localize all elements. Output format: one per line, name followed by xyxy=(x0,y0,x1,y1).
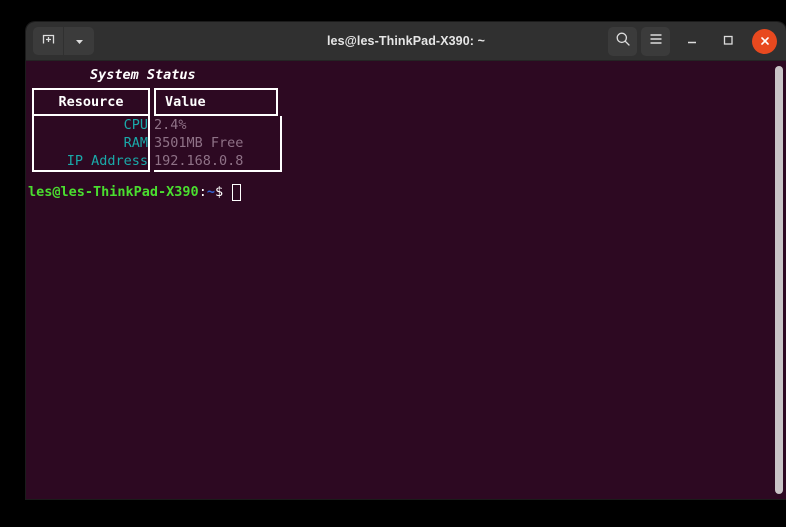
search-button[interactable] xyxy=(608,27,637,56)
table-row: 2.4% xyxy=(154,116,280,134)
table-body-row: CPU RAM IP Address 2.4% 3501MB Free 192.… xyxy=(32,116,282,172)
close-icon xyxy=(759,32,771,51)
title-bar[interactable]: les@les-ThinkPad-X390: ~ xyxy=(26,22,786,61)
table-title: System Status xyxy=(26,65,282,85)
header-label-value: Value xyxy=(154,88,278,116)
header-cell-value: Value xyxy=(154,88,282,116)
new-tab-button[interactable] xyxy=(33,27,63,55)
prompt-colon: : xyxy=(199,183,207,201)
minimize-icon xyxy=(685,32,699,51)
table-row: CPU xyxy=(34,116,148,134)
chevron-down-icon xyxy=(74,32,85,51)
system-status-table: Resource Value CPU RAM IP Address xyxy=(32,88,282,172)
menu-button[interactable] xyxy=(641,27,670,56)
table-row: 192.168.0.8 xyxy=(154,152,280,170)
table-row: RAM xyxy=(34,134,148,152)
shell-prompt-line[interactable]: les@les-ThinkPad-X390:~$ xyxy=(26,183,282,201)
header-label-resource: Resource xyxy=(32,88,150,116)
prompt-user-host: les@les-ThinkPad-X390 xyxy=(28,183,199,201)
terminal-output: System Status Resource Value CPU RAM IP xyxy=(26,61,282,201)
text-cursor xyxy=(232,184,241,201)
table-column-resource: CPU RAM IP Address xyxy=(32,116,150,172)
close-button[interactable] xyxy=(752,29,777,54)
terminal-window: les@les-ThinkPad-X390: ~ xyxy=(26,22,786,499)
table-header-row: Resource Value xyxy=(32,88,282,116)
table-row: 3501MB Free xyxy=(154,134,280,152)
maximize-icon xyxy=(721,32,735,51)
minimize-button[interactable] xyxy=(677,27,706,56)
search-icon xyxy=(615,31,631,51)
header-cell-resource: Resource xyxy=(32,88,150,116)
titlebar-left-controls xyxy=(33,27,94,55)
hamburger-menu-icon xyxy=(648,31,664,51)
new-tab-icon xyxy=(41,32,56,51)
titlebar-right-controls xyxy=(608,27,777,56)
table-column-value: 2.4% 3501MB Free 192.168.0.8 xyxy=(154,116,282,172)
prompt-symbol: $ xyxy=(215,183,223,201)
prompt-path: ~ xyxy=(207,183,215,201)
scrollbar-track[interactable] xyxy=(772,61,786,499)
tab-dropdown-button[interactable] xyxy=(64,27,94,55)
table-row: IP Address xyxy=(34,152,148,170)
scrollbar-thumb[interactable] xyxy=(775,66,783,494)
terminal-body[interactable]: System Status Resource Value CPU RAM IP xyxy=(26,61,786,499)
maximize-button[interactable] xyxy=(713,27,742,56)
